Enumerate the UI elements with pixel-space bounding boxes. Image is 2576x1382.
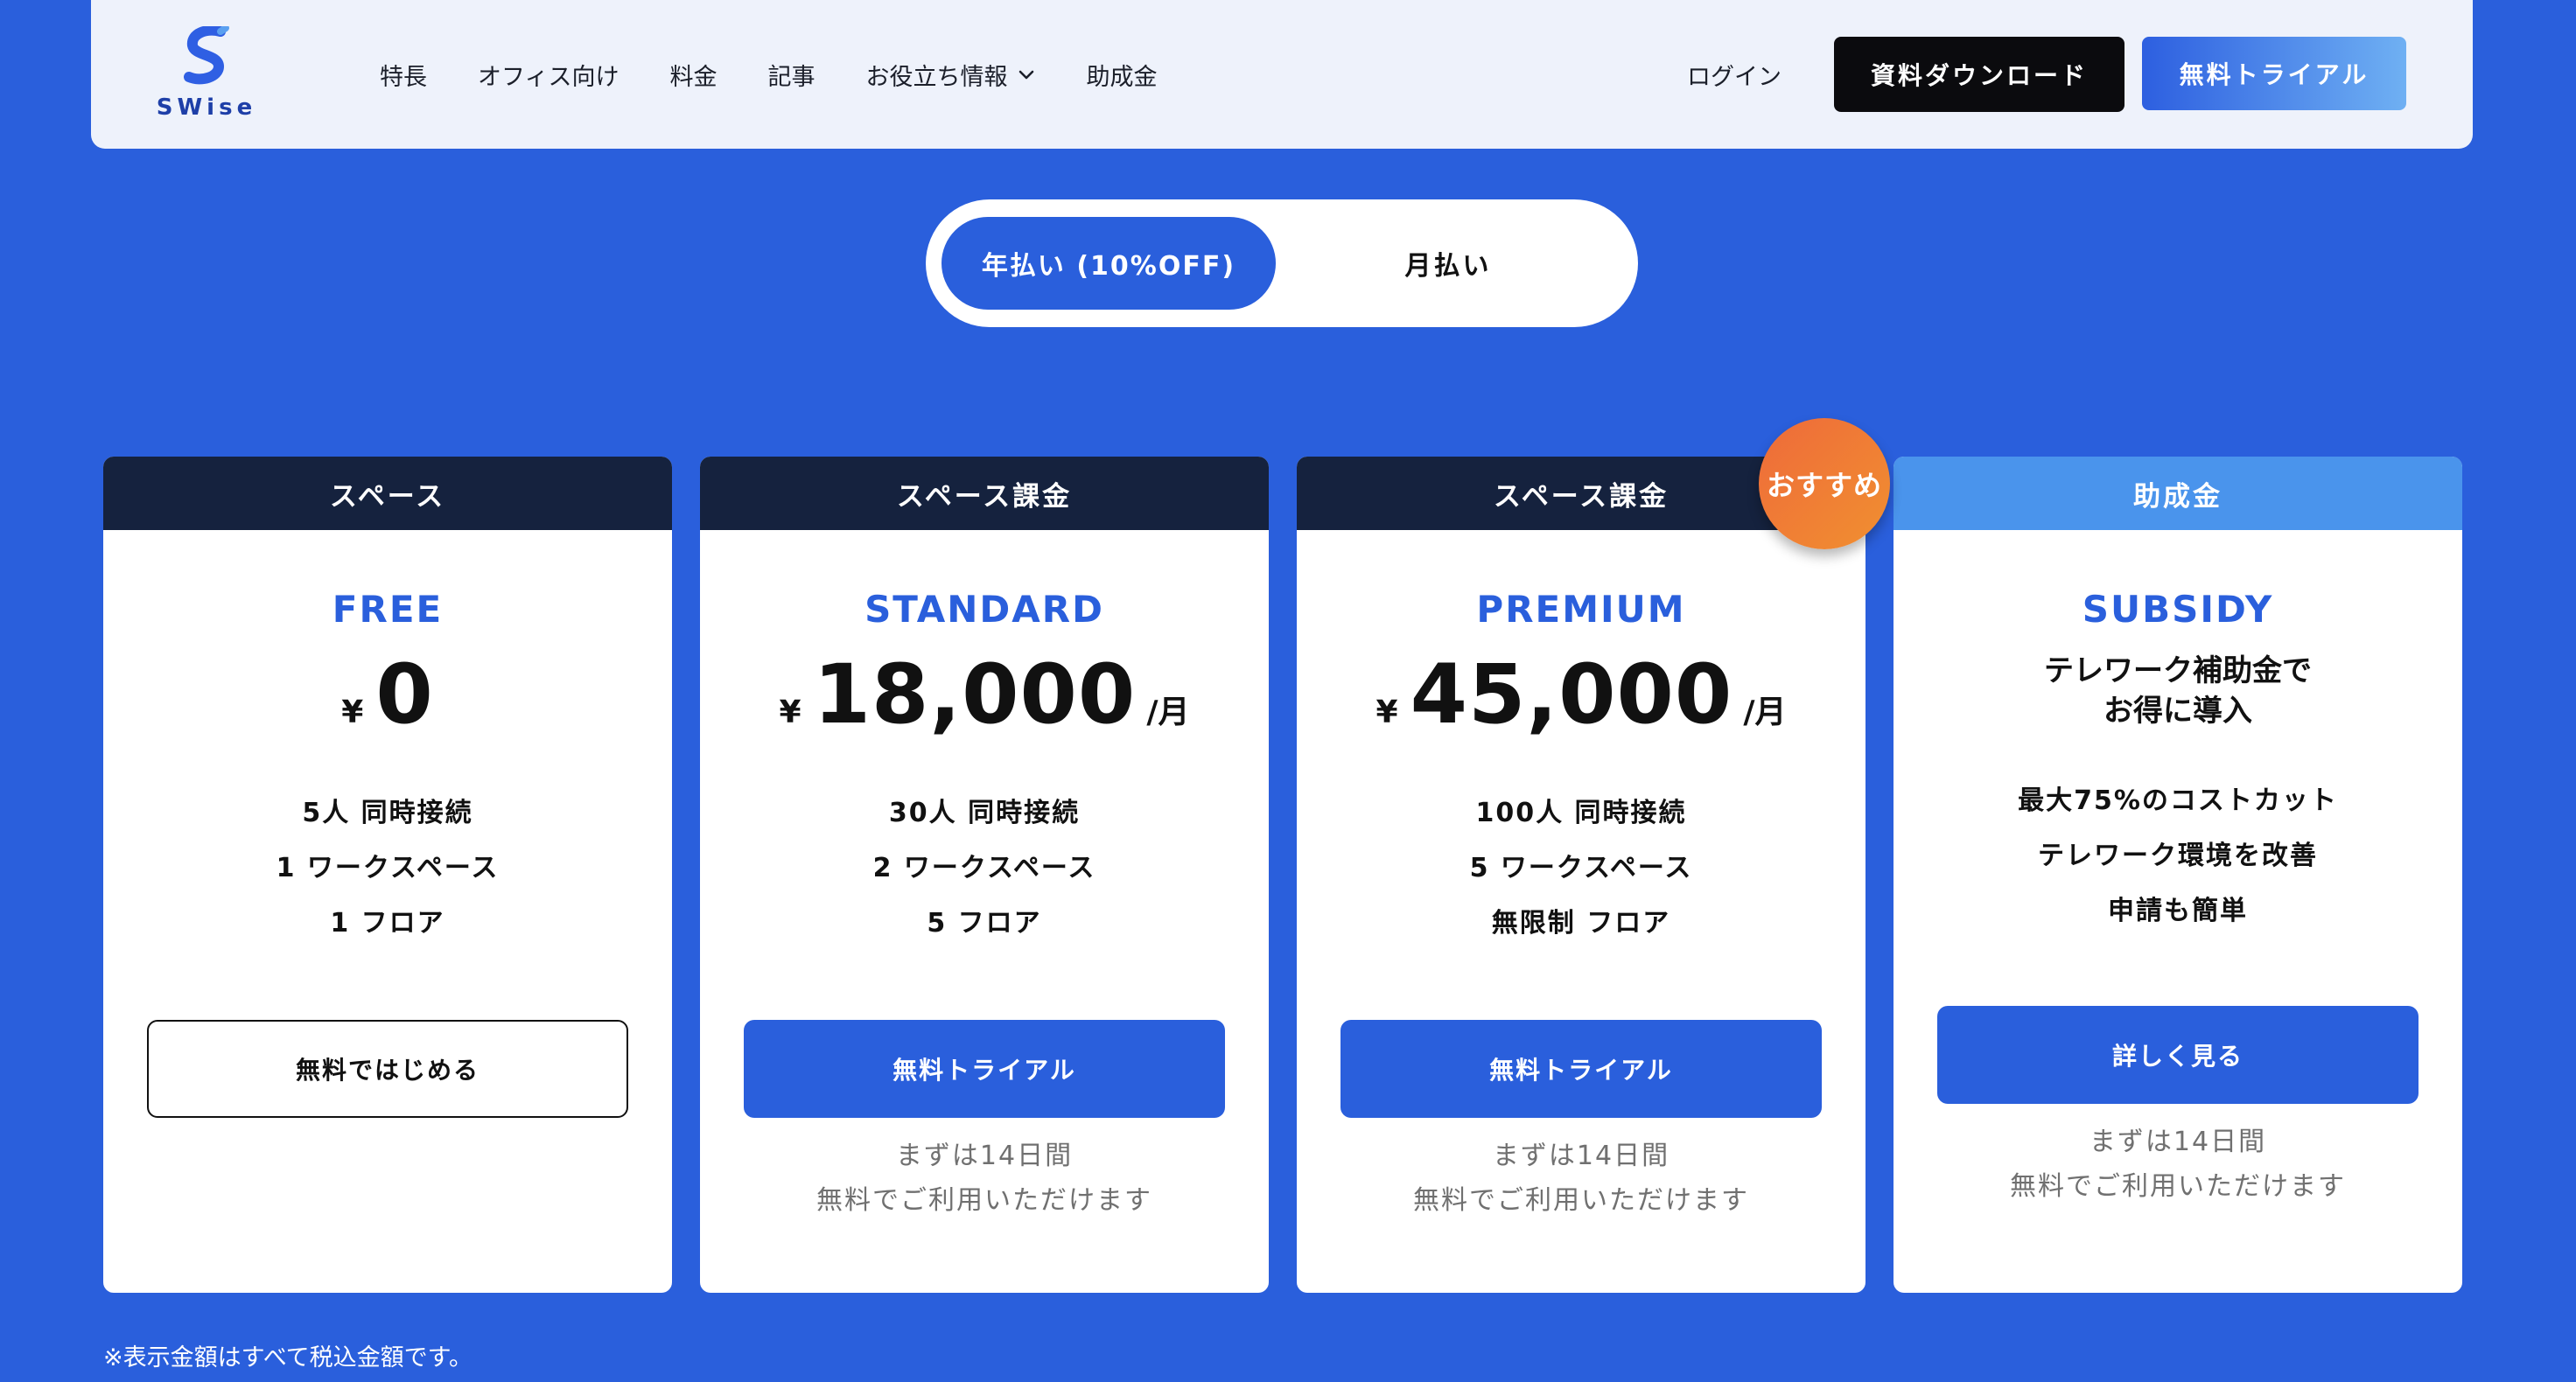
trial-note-line: まずは14日間	[895, 1141, 1074, 1171]
billing-toggle: 年払い (10%OFF) 月払い	[926, 199, 1638, 327]
feature-item: テレワーク環境を改善	[2038, 841, 2318, 871]
currency-symbol: ¥	[341, 694, 364, 730]
brand-logo[interactable]: SWise	[154, 26, 259, 124]
price-amount: 0	[375, 647, 434, 743]
plan-name: PREMIUM	[1476, 588, 1686, 631]
plan-category: スペース	[103, 457, 672, 530]
trial-note: まずは14日間 無料でご利用いただけます	[1894, 1120, 2462, 1209]
nav-item-subsidy[interactable]: 助成金	[1086, 58, 1157, 92]
trial-note-line: まずは14日間	[2089, 1127, 2267, 1157]
chevron-down-icon	[1018, 68, 1035, 80]
swise-s-logo-icon	[184, 26, 229, 85]
recommended-badge: おすすめ	[1759, 418, 1890, 549]
start-free-button[interactable]: 無料ではじめる	[147, 1020, 628, 1118]
feature-item: 申請も簡単	[2108, 896, 2248, 926]
trial-note-line: まずは14日間	[1492, 1141, 1670, 1171]
plan-name: FREE	[332, 588, 444, 631]
feature-item: 100人 同時接続	[1475, 798, 1687, 828]
price-period: /月	[1146, 694, 1190, 730]
plan-card-free: スペース FREE ¥ 0 5人 同時接続 1 ワークスペース 1 フロア 無料…	[103, 457, 672, 1293]
feature-item: 5人 同時接続	[302, 798, 473, 828]
plan-price: ¥ 0	[103, 647, 672, 743]
nav-item-articles[interactable]: 記事	[767, 58, 815, 92]
feature-list: 最大75%のコストカット テレワーク環境を改善 申請も簡単	[1894, 773, 2462, 939]
feature-list: 5人 同時接続 1 ワークスペース 1 フロア	[103, 785, 672, 951]
plan-name: STANDARD	[864, 588, 1104, 631]
feature-item: 1 ワークスペース	[276, 853, 500, 883]
feature-item: 30人 同時接続	[888, 798, 1081, 828]
price-period: /月	[1743, 694, 1787, 730]
plan-category: スペース課金	[700, 457, 1269, 530]
plan-card-premium: スペース課金 PREMIUM ¥ 45,000 /月 100人 同時接続 5 ワ…	[1297, 457, 1866, 1293]
trial-note: まずは14日間 無料でご利用いただけます	[1297, 1134, 1866, 1223]
trial-note-line: 無料でご利用いただけます	[2010, 1171, 2346, 1202]
plan-category: 助成金	[1894, 457, 2462, 530]
price-amount: 18,000	[813, 647, 1137, 743]
tagline-line: テレワーク補助金で	[2044, 653, 2312, 688]
feature-item: 1 フロア	[330, 908, 445, 939]
billing-monthly-option[interactable]: 月払い	[1276, 217, 1620, 310]
currency-symbol: ¥	[1376, 694, 1398, 730]
header-free-trial-button[interactable]: 無料トライアル	[2142, 37, 2406, 110]
download-docs-button[interactable]: 資料ダウンロード	[1834, 37, 2124, 112]
plan-card-subsidy: 助成金 SUBSIDY テレワーク補助金で お得に導入 最大75%のコストカット…	[1894, 457, 2462, 1293]
plan-price: ¥ 45,000 /月	[1297, 647, 1866, 743]
plan-card-standard: スペース課金 STANDARD ¥ 18,000 /月 30人 同時接続 2 ワ…	[700, 457, 1269, 1293]
login-link[interactable]: ログイン	[1687, 0, 1782, 149]
brand-name: SWise	[156, 94, 257, 121]
tax-footnote: ※表示金額はすべて税込金額です。	[103, 1344, 472, 1372]
main-nav: 特長 オフィス向け 料金 記事 お役立ち情報 助成金	[380, 0, 1208, 149]
learn-more-button[interactable]: 詳しく見る	[1937, 1006, 2418, 1104]
tagline-line: お得に導入	[2104, 694, 2252, 729]
plan-price: ¥ 18,000 /月	[700, 647, 1269, 743]
nav-item-pricing[interactable]: 料金	[669, 58, 717, 92]
site-header: SWise 特長 オフィス向け 料金 記事 お役立ち情報 助成金 ログイン 資料…	[91, 0, 2473, 149]
nav-item-office[interactable]: オフィス向け	[478, 58, 619, 92]
feature-item: 2 ワークスペース	[872, 853, 1096, 883]
currency-symbol: ¥	[779, 694, 802, 730]
price-amount: 45,000	[1410, 647, 1733, 743]
free-trial-button[interactable]: 無料トライアル	[1340, 1020, 1822, 1118]
feature-list: 100人 同時接続 5 ワークスペース 無限制 フロア	[1297, 785, 1866, 951]
feature-item: 5 フロア	[927, 908, 1042, 939]
nav-item-resources[interactable]: お役立ち情報	[865, 58, 1035, 92]
feature-item: 最大75%のコストカット	[2018, 785, 2338, 816]
trial-note-line: 無料でご利用いただけます	[816, 1185, 1152, 1216]
feature-list: 30人 同時接続 2 ワークスペース 5 フロア	[700, 785, 1269, 951]
billing-annual-option[interactable]: 年払い (10%OFF)	[942, 217, 1276, 310]
nav-item-features[interactable]: 特長	[380, 58, 427, 92]
plan-tagline: テレワーク補助金で お得に導入	[1894, 651, 2462, 731]
nav-item-resources-label: お役立ち情報	[865, 63, 1008, 91]
free-trial-button[interactable]: 無料トライアル	[744, 1020, 1225, 1118]
feature-item: 無限制 フロア	[1491, 908, 1671, 939]
trial-note: まずは14日間 無料でご利用いただけます	[700, 1134, 1269, 1223]
plan-name: SUBSIDY	[2082, 588, 2274, 631]
feature-item: 5 ワークスペース	[1469, 853, 1693, 883]
trial-note-line: 無料でご利用いただけます	[1413, 1185, 1749, 1216]
